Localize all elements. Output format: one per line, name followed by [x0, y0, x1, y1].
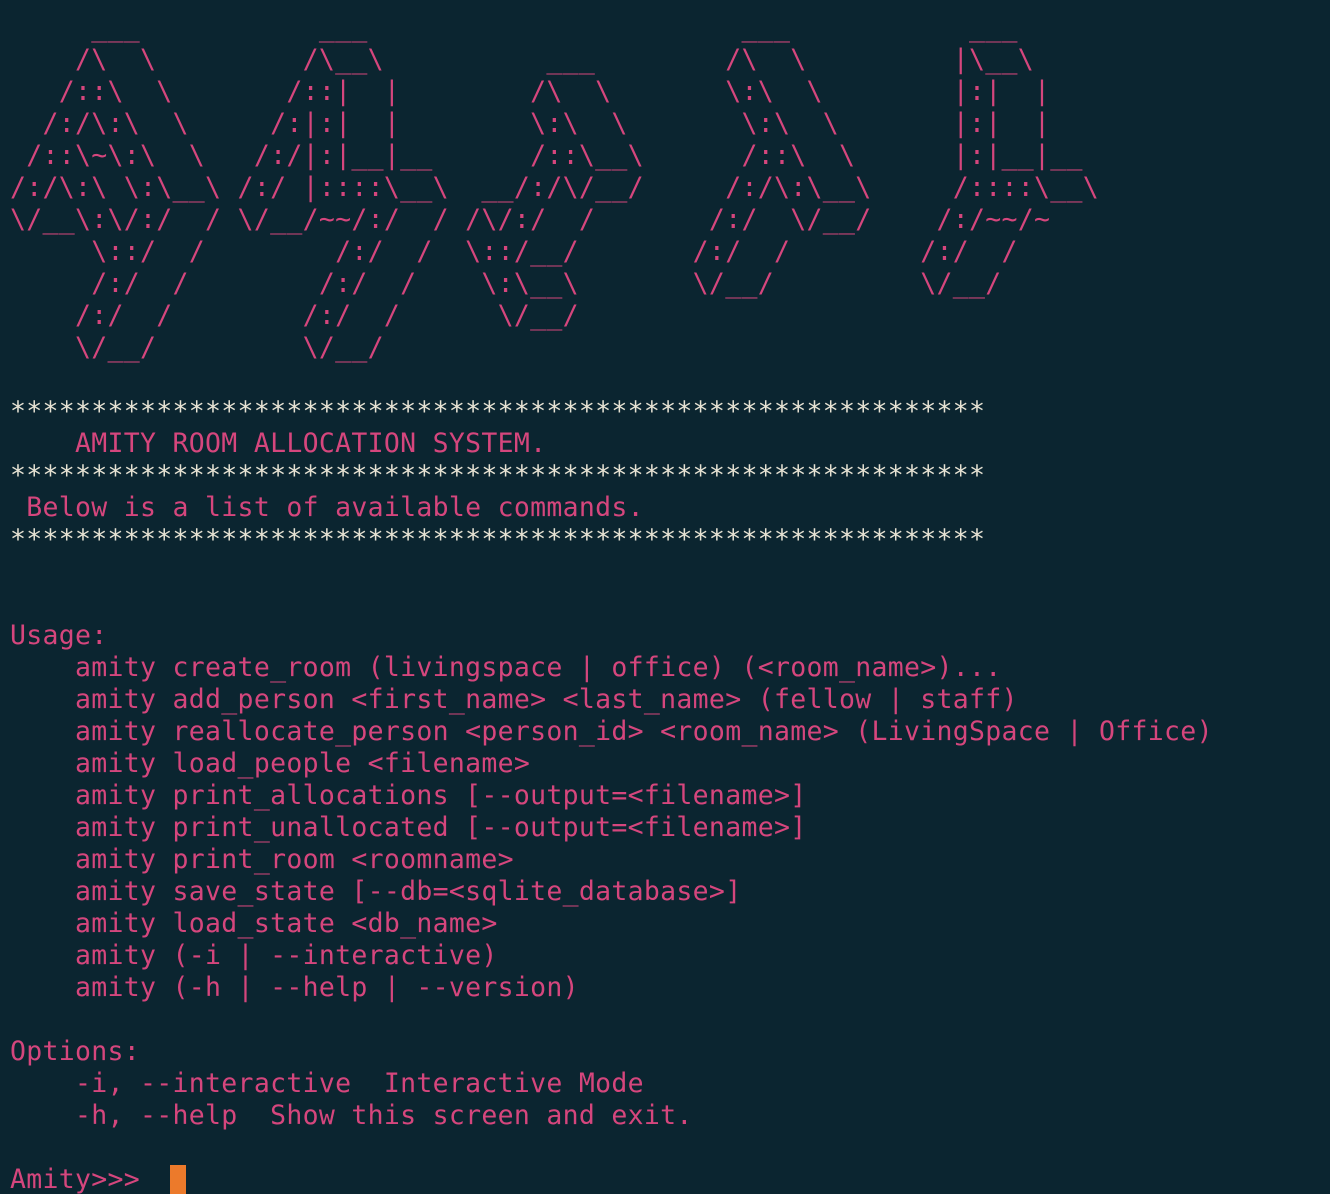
star-divider: ****************************************…	[10, 460, 986, 491]
banner-line: \/__/ \/__/	[10, 332, 384, 363]
usage-list: amity create_room (livingspace | office)…	[10, 652, 1330, 1004]
banner-line: /:/\:\ \:\__\ /:/ |::::\__\ __/:/\/__/ /…	[10, 172, 1100, 203]
options-list: -i, --interactive Interactive Mode -h, -…	[10, 1068, 1330, 1132]
option-line: -i, --interactive Interactive Mode	[10, 1068, 644, 1099]
usage-line: amity print_unallocated [--output=<filen…	[10, 812, 807, 843]
usage-line: amity print_room <roomname>	[10, 844, 514, 875]
system-title: AMITY ROOM ALLOCATION SYSTEM.	[10, 428, 547, 459]
banner-line: /\ \ /\__\ ___ /\ \ |\__\	[10, 44, 1035, 75]
banner-line: /::\ \ /::| | /\ \ \:\ \ |:| |	[10, 76, 1051, 107]
options-header: Options:	[10, 1036, 141, 1067]
text-cursor[interactable]	[170, 1165, 187, 1194]
usage-line: amity save_state [--db=<sqlite_database>…	[10, 876, 742, 907]
prompt-label: Amity>>>	[10, 1164, 157, 1194]
usage-line: amity load_state <db_name>	[10, 908, 498, 939]
banner-line: /:/ / /:/ / \:\__\ \/__/ \/__/	[10, 268, 1002, 299]
usage-line: amity add_person <first_name> <last_name…	[10, 684, 1018, 715]
banner-line: /:/ / /:/ / \/__/	[10, 300, 579, 331]
usage-line: amity (-h | --help | --version)	[10, 972, 579, 1003]
option-line: -h, --help Show this screen and exit.	[10, 1100, 693, 1131]
usage-line: amity load_people <filename>	[10, 748, 531, 779]
star-divider: ****************************************…	[10, 524, 986, 555]
banner-line: /:/\:\ \ /:|:| | \:\ \ \:\ \ |:| |	[10, 108, 1051, 139]
usage-line: amity print_allocations [--output=<filen…	[10, 780, 807, 811]
usage-line: amity create_room (livingspace | office)…	[10, 652, 1002, 683]
command-prompt[interactable]: Amity>>>	[10, 1164, 1330, 1194]
banner-line: \/__\:\/:/ / \/__/~~/:/ / /\/:/ / /:/ \/…	[10, 204, 1051, 235]
usage-header: Usage:	[10, 620, 108, 651]
subtitle: Below is a list of available commands.	[10, 492, 644, 523]
star-divider: ****************************************…	[10, 396, 986, 427]
terminal-window[interactable]: ___ ___ ___ ___ /\ \ /\__\ ___ /\ \ |\__…	[0, 0, 1330, 1194]
banner-line: ___ ___ ___ ___	[10, 12, 1018, 43]
ascii-banner: ___ ___ ___ ___ /\ \ /\__\ ___ /\ \ |\__…	[10, 12, 1330, 364]
usage-line: amity (-i | --interactive)	[10, 940, 498, 971]
usage-line: amity reallocate_person <person_id> <roo…	[10, 716, 1213, 747]
banner-line: \::/ / /:/ / \::/__/ /:/ / /:/ /	[10, 236, 1018, 267]
banner-line: /::\~\:\ \ /:/|:|__|__ /::\__\ /::\ \ |:…	[10, 140, 1083, 171]
